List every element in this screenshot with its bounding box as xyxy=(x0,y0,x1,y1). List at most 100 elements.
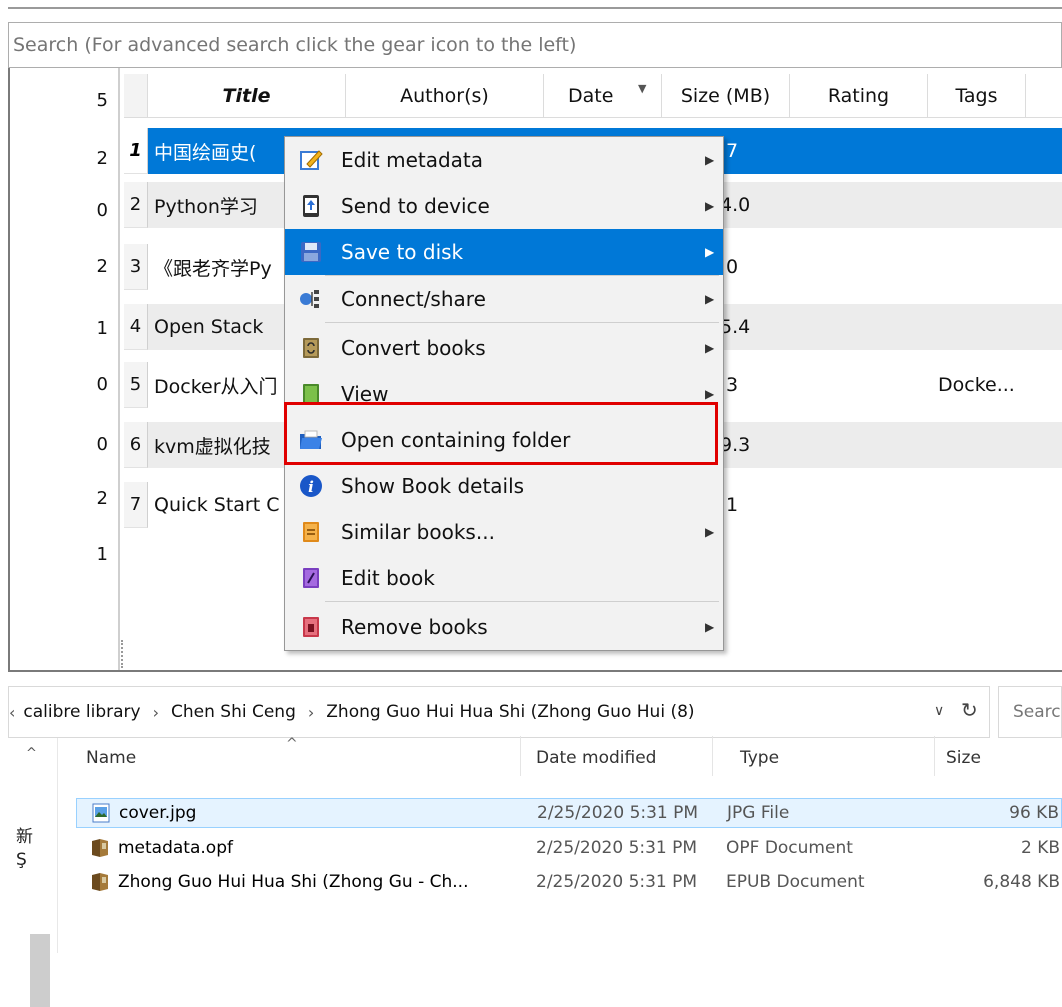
menu-item-label: Remove books xyxy=(341,615,488,639)
annotation-highlight-box xyxy=(284,402,718,465)
column-header-rating[interactable]: Rating xyxy=(790,74,928,118)
menu-item-label: Similar books... xyxy=(341,520,495,544)
file-row[interactable]: Zhong Guo Hui Hua Shi (Zhong Gu - Ch... … xyxy=(76,868,1062,898)
tag-count: 1 xyxy=(96,544,108,565)
row-size: 9.3 xyxy=(720,434,751,456)
menu-separator xyxy=(325,322,719,323)
row-size: .3 xyxy=(720,374,739,396)
file-size: 96 KB xyxy=(1009,803,1059,823)
menu-item-connect-share[interactable]: Connect/share ▶ xyxy=(285,276,723,322)
column-divider[interactable] xyxy=(712,736,713,776)
column-header-date-modified[interactable]: Date modified xyxy=(536,748,656,768)
submenu-arrow-icon: ▶ xyxy=(705,341,715,355)
save-to-disk-icon xyxy=(301,242,321,262)
search-bar[interactable] xyxy=(8,22,1062,68)
address-bar[interactable]: ‹ calibre library › Chen Shi Ceng › Zhon… xyxy=(8,686,990,738)
menu-item-edit-book[interactable]: Edit book xyxy=(285,555,723,601)
menu-item-remove-books[interactable]: Remove books ▶ xyxy=(285,604,723,650)
file-row[interactable]: metadata.opf 2/25/2020 5:31 PM OPF Docum… xyxy=(76,834,1062,864)
row-number: 5 xyxy=(124,362,148,408)
edit-book-icon xyxy=(303,568,319,588)
column-header-date[interactable]: Date ▼ xyxy=(544,74,662,118)
frame-border xyxy=(8,670,1062,672)
menu-item-label: Show Book details xyxy=(341,474,525,498)
context-menu[interactable]: Edit metadata ▶ Send to device ▶ Save to… xyxy=(284,136,724,651)
image-file-icon xyxy=(92,803,110,823)
chevron-down-icon[interactable]: ∨ xyxy=(934,703,944,719)
file-explorer: ‹ calibre library › Chen Shi Ceng › Zhon… xyxy=(0,684,1062,1007)
sort-desc-icon: ▼ xyxy=(638,82,647,95)
row-size: 5.4 xyxy=(720,316,751,338)
row-number: 3 xyxy=(124,244,148,290)
breadcrumb-item[interactable]: Zhong Guo Hui Hua Shi (Zhong Guo Hui (8) xyxy=(326,702,694,722)
file-size: 2 KB xyxy=(1020,838,1060,858)
column-header-tags[interactable]: Tags xyxy=(928,74,1026,118)
menu-item-label: Edit metadata xyxy=(341,148,484,172)
menu-item-similar-books[interactable]: Similar books... ▶ xyxy=(285,509,723,555)
menu-item-label: Send to device xyxy=(341,194,490,218)
edit-metadata-icon xyxy=(300,150,323,170)
menu-item-save-to-disk[interactable]: Save to disk ▶ xyxy=(285,229,723,275)
row-number: 1 xyxy=(124,128,148,174)
menu-item-label: Convert books xyxy=(341,336,486,360)
navigation-pane[interactable]: ^ 新 Ş xyxy=(8,738,58,1007)
remove-books-icon xyxy=(303,617,319,637)
menu-item-show-book-details[interactable]: i Show Book details xyxy=(285,463,723,509)
breadcrumb-item[interactable]: calibre library xyxy=(23,702,140,722)
row-size: .7 xyxy=(720,140,739,162)
connect-share-icon xyxy=(300,290,319,308)
svg-text:i: i xyxy=(308,478,314,496)
scrollbar-thumb[interactable] xyxy=(30,934,50,1007)
column-header-size[interactable]: Size xyxy=(946,748,981,768)
submenu-arrow-icon: ▶ xyxy=(705,387,715,401)
tag-count: 1 xyxy=(96,318,108,339)
row-number: 4 xyxy=(124,304,148,350)
column-header-name[interactable]: Name xyxy=(86,748,136,768)
row-number: 6 xyxy=(124,422,148,468)
row-size: .0 xyxy=(720,256,739,278)
file-date: 2/25/2020 5:31 PM xyxy=(536,838,698,858)
scroll-up-icon[interactable]: ^ xyxy=(26,746,37,761)
tag-count: 0 xyxy=(96,200,108,221)
column-header-size[interactable]: Size (MB) xyxy=(662,74,790,118)
tag-count: 2 xyxy=(96,148,108,169)
chevron-right-icon[interactable]: › xyxy=(308,703,314,722)
file-name: cover.jpg xyxy=(119,803,197,823)
file-type: JPG File xyxy=(727,803,790,823)
menu-item-edit-metadata[interactable]: Edit metadata ▶ xyxy=(285,137,723,183)
row-size: .1 xyxy=(720,494,739,516)
column-divider[interactable] xyxy=(520,736,521,776)
tag-count: 2 xyxy=(96,256,108,277)
refresh-icon[interactable]: ↻ xyxy=(961,698,978,722)
column-header-title[interactable]: Title xyxy=(148,74,346,118)
column-header-type[interactable]: Type xyxy=(740,748,779,768)
panel-splitter[interactable] xyxy=(118,68,120,672)
submenu-arrow-icon: ▶ xyxy=(705,292,715,306)
file-row[interactable]: cover.jpg 2/25/2020 5:31 PM JPG File 96 … xyxy=(76,798,1062,828)
menu-item-send-to-device[interactable]: Send to device ▶ xyxy=(285,183,723,229)
tag-browser[interactable]: 5 2 0 2 1 0 0 2 1 xyxy=(10,76,118,670)
submenu-arrow-icon: ▶ xyxy=(705,245,715,259)
nav-item-fragment[interactable]: 新 xyxy=(16,822,33,847)
chevron-right-icon[interactable]: › xyxy=(153,703,159,722)
breadcrumb-item[interactable]: Chen Shi Ceng xyxy=(171,702,296,722)
explorer-search-input[interactable]: Search xyxy=(998,686,1062,738)
file-size: 6,848 KB xyxy=(983,872,1060,892)
tag-count: 0 xyxy=(96,374,108,395)
search-input[interactable] xyxy=(9,23,1061,67)
splitter-handle[interactable] xyxy=(121,640,123,668)
menu-item-convert-books[interactable]: Convert books ▶ xyxy=(285,325,723,371)
row-size: 4.0 xyxy=(720,194,751,216)
nav-item-fragment[interactable]: Ş xyxy=(16,850,27,870)
row-number: 2 xyxy=(124,182,148,228)
submenu-arrow-icon: ▶ xyxy=(705,525,715,539)
menu-item-label: Edit book xyxy=(341,566,435,590)
submenu-arrow-icon: ▶ xyxy=(705,620,715,634)
column-divider[interactable] xyxy=(934,736,935,776)
column-header-authors[interactable]: Author(s) xyxy=(346,74,544,118)
calibre-window: 5 2 0 2 1 0 0 2 1 Title Author(s) Date ▼… xyxy=(0,0,1062,672)
file-type: OPF Document xyxy=(726,838,853,858)
info-icon: i xyxy=(300,475,322,497)
column-header-extra[interactable] xyxy=(1026,74,1062,118)
send-to-device-icon xyxy=(303,195,319,217)
